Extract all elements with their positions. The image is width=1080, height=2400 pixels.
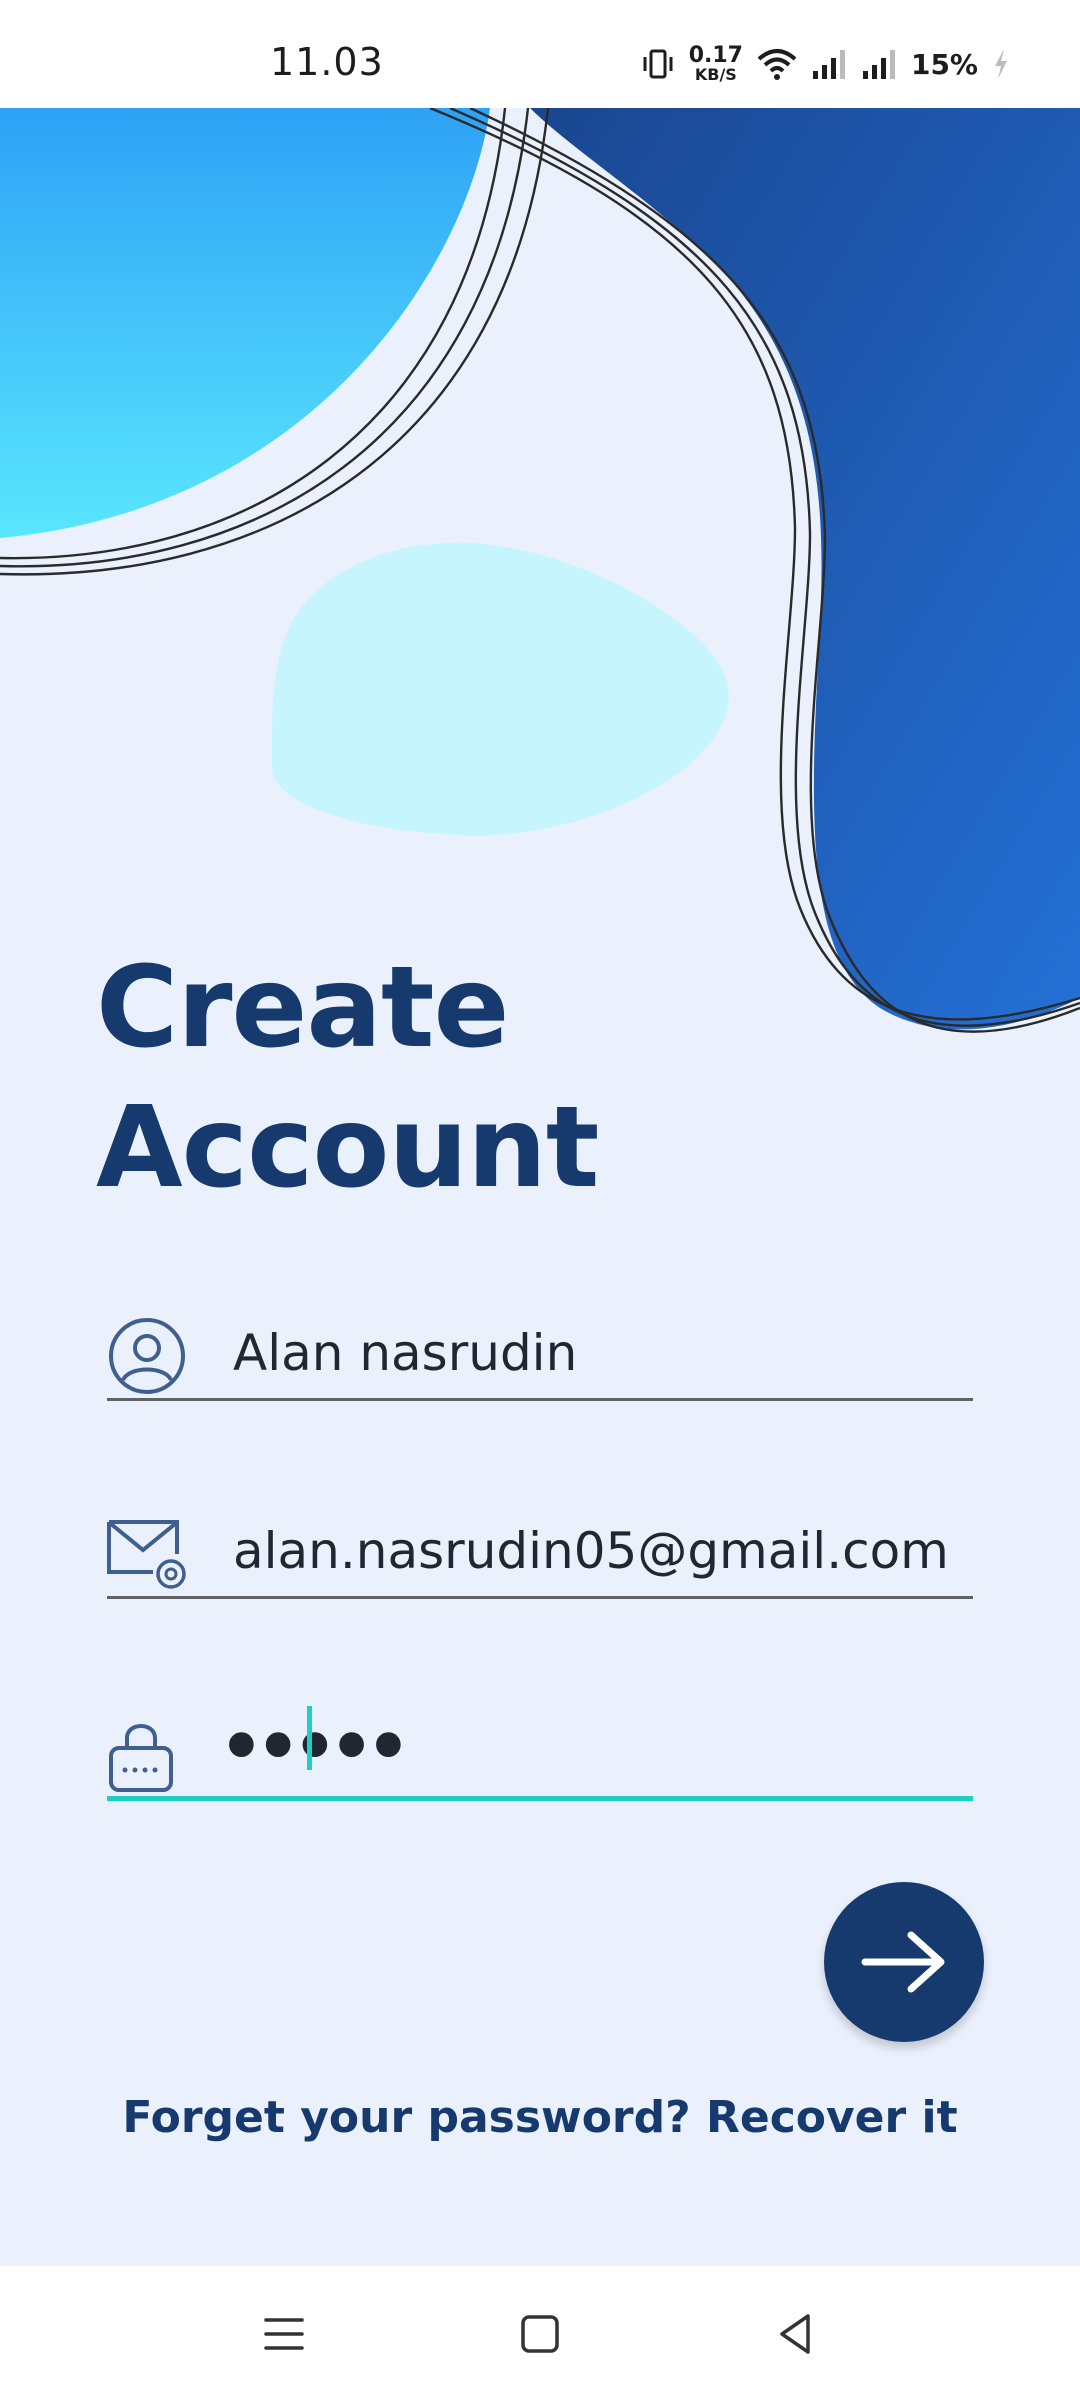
name-field[interactable]: Alan nasrudin [107,1298,973,1401]
recover-password-link[interactable]: Forget your password? Recover it [0,2092,1080,2143]
signal-icon [862,50,895,79]
charging-icon [995,49,1007,79]
net-speed-value: 0.17 [688,43,743,68]
home-square-icon[interactable] [512,2306,568,2362]
email-icon [107,1520,186,1589]
status-time: 11.03 [270,40,384,84]
email-field[interactable]: alan.nasrudin05@gmail.com [107,1496,973,1599]
create-account-screen: Create Account Alan nasrudin alan.nasrud… [0,108,1080,2266]
menu-icon[interactable] [256,2306,312,2362]
battery-level: 15% [910,47,978,81]
text-cursor [307,1706,312,1770]
dark-blue-blob [530,108,1080,1030]
net-speed: 0.17 KB/S [689,45,743,83]
title-line-2: Account [96,1083,599,1213]
email-input[interactable]: alan.nasrudin05@gmail.com [233,1522,949,1580]
wifi-icon [757,49,797,80]
net-speed-unit: KB/S [694,65,737,84]
arrow-right-icon [861,1931,945,1993]
page-title: Create Account [96,938,599,1218]
back-triangle-icon[interactable] [768,2306,824,2362]
password-field[interactable]: ••••• [107,1696,973,1801]
user-icon [109,1318,185,1394]
title-line-1: Create [96,943,509,1073]
next-button[interactable] [824,1882,984,2042]
status-icons: 0.17 KB/S 15% [641,44,1010,84]
light-blue-blob [0,108,490,538]
system-nav-bar [0,2266,1080,2400]
vibrate-icon [643,49,673,79]
lock-icon [109,1724,173,1792]
status-bar: 11.03 0.17 KB/S 15% [0,0,1080,108]
signal-icon [812,50,845,79]
name-input[interactable]: Alan nasrudin [233,1324,577,1382]
cyan-blob [271,542,729,836]
